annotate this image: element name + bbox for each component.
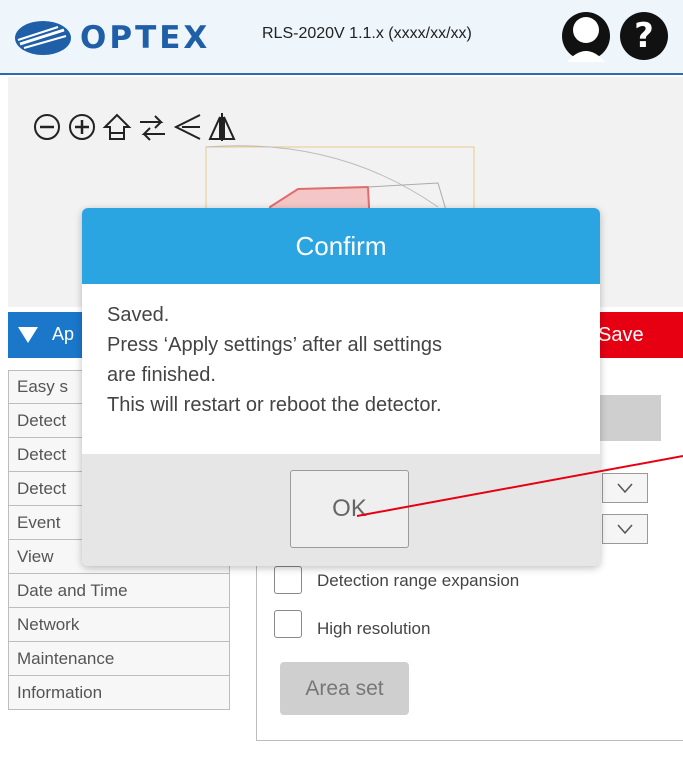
select-dropdown-1[interactable] xyxy=(602,473,648,503)
disabled-field xyxy=(595,395,661,441)
swap-icon[interactable] xyxy=(137,110,168,144)
sidebar-item-date-time[interactable]: Date and Time xyxy=(8,574,230,608)
select-dropdown-2[interactable] xyxy=(602,514,648,544)
triangle-down-icon xyxy=(18,327,38,343)
flip-horizontal-icon[interactable] xyxy=(172,110,203,144)
ok-button[interactable]: OK xyxy=(290,470,409,548)
zoom-out-icon[interactable] xyxy=(32,110,63,144)
sidebar-item-network[interactable]: Network xyxy=(8,608,230,642)
help-icon[interactable]: ? xyxy=(618,10,670,67)
detection-range-expansion-label: Detection range expansion xyxy=(317,571,520,590)
chevron-down-icon xyxy=(617,524,633,535)
zoom-in-icon[interactable] xyxy=(67,110,98,144)
optex-logo-icon xyxy=(15,21,71,55)
chevron-down-icon xyxy=(617,483,633,494)
sidebar-item-information[interactable]: Information xyxy=(8,676,230,710)
home-icon[interactable] xyxy=(102,110,133,144)
brand-name: OPTEX xyxy=(80,20,211,56)
sidebar-item-maintenance[interactable]: Maintenance xyxy=(8,642,230,676)
model-version: RLS-2020V 1.1.x (xxxx/xx/xx) xyxy=(262,25,472,42)
user-icon[interactable] xyxy=(560,10,612,71)
dialog-footer: OK xyxy=(82,454,600,566)
dialog-title: Confirm xyxy=(82,208,600,284)
dialog-message: Saved. Press ‘Apply settings’ after all … xyxy=(82,284,600,420)
dialog-line: Saved. xyxy=(107,304,170,326)
apply-settings-label: Ap xyxy=(52,324,75,344)
high-resolution-label: High resolution xyxy=(317,619,431,638)
dialog-line: This will restart or reboot the detector… xyxy=(107,394,442,416)
mirror-icon[interactable] xyxy=(207,110,238,144)
high-resolution-checkbox[interactable] xyxy=(274,610,302,638)
area-set-button[interactable]: Area set xyxy=(280,662,409,715)
dialog-line: Press ‘Apply settings’ after all setting… xyxy=(107,334,442,356)
app-window: OPTEX RLS-2020V 1.1.x (xxxx/xx/xx) ? Ap … xyxy=(0,0,683,760)
confirm-dialog: Confirm Saved. Press ‘Apply settings’ af… xyxy=(82,208,600,566)
header: OPTEX RLS-2020V 1.1.x (xxxx/xx/xx) ? xyxy=(0,0,683,75)
dialog-line: are finished. xyxy=(107,364,216,386)
detection-range-expansion-checkbox[interactable] xyxy=(274,566,302,594)
svg-text:?: ? xyxy=(634,16,654,56)
brand-logo: OPTEX xyxy=(14,18,210,58)
canvas-toolbar xyxy=(32,110,238,144)
